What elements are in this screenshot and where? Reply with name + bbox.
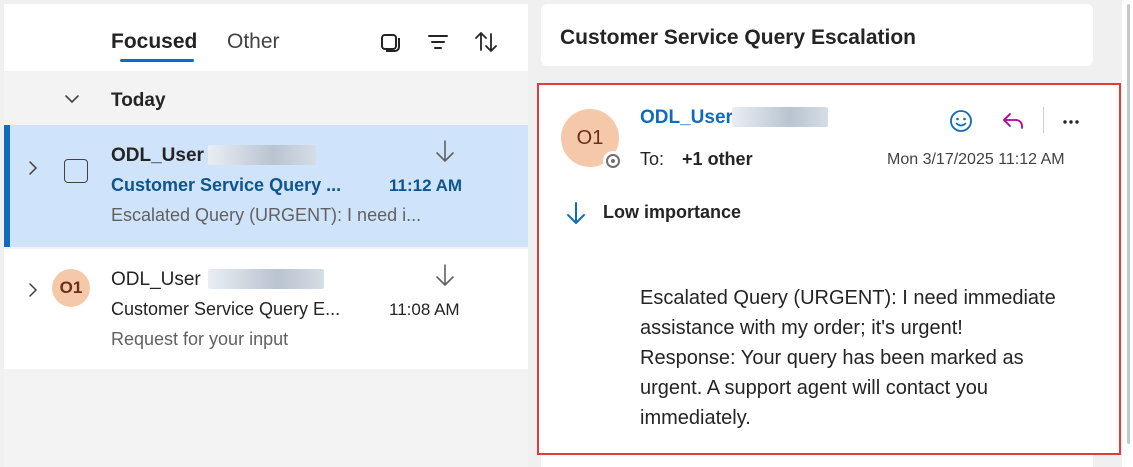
- message-list-pane: Focused Other Today ODL_User Customer Se…: [4, 4, 528, 467]
- sender-name: ODL_User: [111, 269, 201, 290]
- message-body: Escalated Query (URGENT): I need immedia…: [640, 287, 1056, 429]
- chevron-right-icon[interactable]: [26, 161, 40, 175]
- presence-status-icon: [603, 151, 623, 171]
- conversation-subject: Customer Service Query Escalation: [560, 26, 916, 49]
- message-item-selected[interactable]: ODL_User Customer Service Query ... 11:1…: [4, 125, 528, 247]
- message-time: 11:12 AM: [389, 176, 463, 195]
- scrollbar-thumb[interactable]: [1127, 4, 1130, 444]
- message-item[interactable]: O1 ODL_User Customer Service Query E... …: [4, 249, 528, 369]
- message-reading-card: O1 ODL_User To: +1 other Mon 3/17/2025 1…: [537, 83, 1121, 455]
- importance-label: Low importance: [603, 202, 742, 222]
- group-label: Today: [111, 90, 166, 111]
- low-importance-icon: [434, 263, 456, 289]
- reply-icon[interactable]: [999, 107, 1027, 135]
- reading-subject-bar: Customer Service Query Escalation: [541, 4, 1093, 66]
- message-subject: Customer Service Query E...: [111, 299, 341, 319]
- reading-pane-footer: [541, 455, 1093, 467]
- to-label: To:: [640, 149, 665, 169]
- more-actions-icon[interactable]: [1057, 107, 1085, 135]
- message-checkbox[interactable]: [64, 159, 88, 183]
- tab-focused-underline: [120, 59, 194, 62]
- message-preview: Request for your input: [111, 329, 289, 349]
- message-preview: Escalated Query (URGENT): I need i...: [111, 205, 422, 225]
- filter-icon[interactable]: [424, 28, 452, 56]
- toolbar-divider: [1043, 107, 1044, 133]
- message-time: 11:08 AM: [389, 300, 460, 319]
- low-importance-icon: [434, 139, 456, 165]
- select-mode-icon[interactable]: [377, 28, 405, 56]
- tab-other[interactable]: Other: [227, 30, 280, 54]
- redacted-text: [732, 107, 828, 127]
- sort-icon[interactable]: [472, 28, 500, 56]
- message-list: Today ODL_User Customer Service Query ..…: [4, 71, 528, 467]
- redacted-text: [208, 269, 324, 289]
- emoji-react-icon[interactable]: [947, 107, 975, 135]
- other-recipients[interactable]: +1 other: [682, 149, 753, 169]
- message-list-header: Focused Other: [4, 4, 528, 71]
- low-importance-icon: [565, 201, 587, 227]
- selection-indicator: [4, 125, 10, 247]
- chevron-right-icon[interactable]: [26, 283, 40, 297]
- message-date: Mon 3/17/2025 11:12 AM: [887, 151, 1065, 168]
- message-subject: Customer Service Query ...: [111, 175, 342, 195]
- sender-name: ODL_User: [111, 145, 204, 166]
- chevron-down-icon[interactable]: [64, 91, 80, 107]
- avatar[interactable]: O1: [52, 269, 90, 307]
- recipients-line[interactable]: To: +1 other: [640, 149, 753, 170]
- group-header-today[interactable]: Today: [4, 71, 528, 125]
- redacted-text: [208, 145, 316, 165]
- sender-link[interactable]: ODL_User: [640, 107, 733, 129]
- tab-focused[interactable]: Focused: [111, 30, 197, 54]
